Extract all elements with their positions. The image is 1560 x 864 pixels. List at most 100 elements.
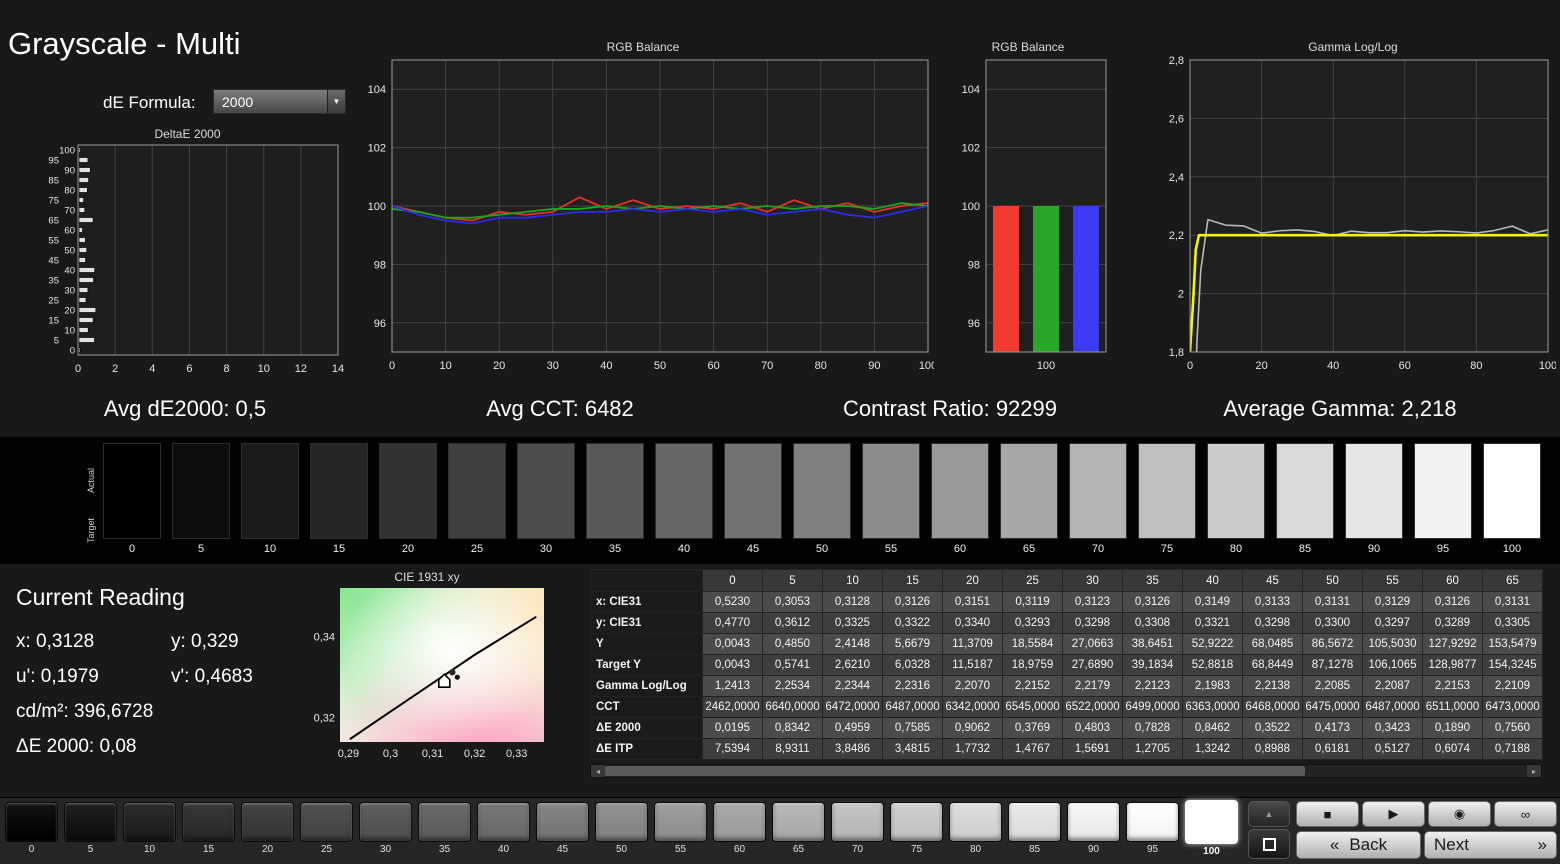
scroll-thumb[interactable]: [605, 766, 1305, 776]
svg-text:2,4: 2,4: [1169, 172, 1184, 184]
swatch-patch: [1276, 443, 1334, 539]
table-col-header: 45: [1242, 569, 1303, 592]
patch-button-85[interactable]: 85: [1007, 802, 1062, 857]
contrast-ratio-stat: Contrast Ratio: 92299: [842, 396, 1058, 421]
svg-text:2,6: 2,6: [1169, 113, 1184, 125]
patch-button-55[interactable]: 55: [653, 802, 708, 857]
swatch-label: 50: [815, 543, 829, 555]
collapse-icon: ▲: [1264, 809, 1274, 819]
table-row: CCT 2462,0000 6640,0000 6472,0000 6487,0000 6…: [590, 696, 1543, 718]
scroll-track[interactable]: [605, 765, 1527, 777]
patch-window-button[interactable]: [1248, 829, 1290, 859]
patch-button-5[interactable]: 5: [63, 802, 118, 857]
svg-text:100: 100: [919, 360, 934, 372]
table-cell: 0,0043: [702, 654, 763, 676]
table-cell: 11,5187: [942, 654, 1003, 676]
table-corner: [590, 569, 703, 592]
table-col-header: 40: [1182, 569, 1243, 592]
table-col-header: 55: [1362, 569, 1423, 592]
scroll-right-arrow[interactable]: ▸: [1527, 765, 1541, 777]
back-button[interactable]: « Back: [1296, 831, 1421, 859]
patch-button-90[interactable]: 90: [1066, 802, 1121, 857]
grayscale-swatch-10: 10: [241, 443, 299, 555]
table-cell: 1,7732: [942, 738, 1003, 760]
swatch-patch: [172, 443, 230, 539]
swatch-patch: [448, 443, 506, 539]
table-cell: 0,6181: [1302, 738, 1363, 760]
table-scrollbar[interactable]: ◂ ▸: [590, 764, 1542, 778]
grayscale-swatch-15: 15: [310, 443, 368, 555]
table-cell: 105,5030: [1362, 633, 1423, 655]
patch-button-0[interactable]: 0: [4, 802, 59, 857]
scroll-left-arrow[interactable]: ◂: [591, 765, 605, 777]
table-cell: 0,3053: [762, 591, 823, 613]
table-cell: 6473,0000: [1482, 696, 1543, 718]
square-icon: [1262, 837, 1276, 851]
table-col-header: 50: [1302, 569, 1363, 592]
reading-x: x: 0,3128: [16, 631, 95, 652]
svg-text:4: 4: [149, 363, 155, 375]
table-cell: 68,0485: [1242, 633, 1303, 655]
patch-button-40[interactable]: 40: [476, 802, 531, 857]
collapse-button[interactable]: ▲: [1248, 801, 1290, 827]
patch-button-70[interactable]: 70: [830, 802, 885, 857]
next-label: Next: [1434, 835, 1469, 854]
back-label: Back: [1349, 835, 1388, 854]
svg-text:40: 40: [64, 266, 75, 277]
patch-button-20[interactable]: 20: [240, 802, 295, 857]
reading-u: u': 0,1979: [16, 666, 99, 687]
svg-text:20: 20: [493, 360, 505, 372]
patch-button-100[interactable]: 100: [1184, 800, 1239, 857]
stop-button[interactable]: ■: [1296, 801, 1359, 827]
patch-swatch: [5, 802, 58, 842]
table-row: Target Y 0,0043 0,5741 2,6210 6,0328 11,5187 1…: [590, 654, 1543, 676]
svg-text:90: 90: [868, 360, 880, 372]
patch-button-35[interactable]: 35: [417, 802, 472, 857]
table-cell: 6499,0000: [1122, 696, 1183, 718]
patch-button-50[interactable]: 50: [594, 802, 649, 857]
svg-text:70: 70: [64, 206, 75, 217]
rgb-balance-line-chart: RGB Balance 0 10 20 30 40 50 60 70 80 90 100 96 98 10…: [352, 40, 934, 384]
patch-button-45[interactable]: 45: [535, 802, 590, 857]
patch-button-25[interactable]: 25: [299, 802, 354, 857]
table-cell: 153,5479: [1482, 633, 1543, 655]
svg-text:50: 50: [654, 360, 666, 372]
svg-text:20: 20: [1255, 360, 1267, 372]
table-row: ΔE 2000 0,0195 0,8342 0,4959 0,7585 0,9062 0,3…: [590, 717, 1543, 739]
swatch-label: 95: [1436, 543, 1450, 555]
bottom-bar: 0 5 10 15 20 25 30 35 40 45 50 55 60 65 70 75 80 85 90 95 10…: [0, 797, 1560, 864]
svg-text:15: 15: [48, 316, 59, 327]
patch-label: 30: [379, 844, 392, 855]
table-cell: 127,9292: [1422, 633, 1483, 655]
table-row-label: ΔE ITP: [590, 738, 703, 760]
next-button[interactable]: Next »: [1424, 831, 1557, 859]
play-button[interactable]: ▶: [1362, 801, 1425, 827]
patch-button-80[interactable]: 80: [948, 802, 1003, 857]
table-row-label: Y: [590, 633, 703, 655]
patch-button-95[interactable]: 95: [1125, 802, 1180, 857]
table-col-header: 60: [1422, 569, 1483, 592]
loop-button[interactable]: ∞: [1494, 801, 1557, 827]
svg-text:100: 100: [1539, 360, 1556, 372]
patch-button-30[interactable]: 30: [358, 802, 413, 857]
patch-button-65[interactable]: 65: [771, 802, 826, 857]
patch-button-10[interactable]: 10: [122, 802, 177, 857]
table-row-label: Gamma Log/Log: [590, 675, 703, 697]
svg-text:100: 100: [1037, 360, 1055, 372]
table-cell: 2,2070: [942, 675, 1003, 697]
patch-button-75[interactable]: 75: [889, 802, 944, 857]
patch-button-15[interactable]: 15: [181, 802, 236, 857]
de-formula-select[interactable]: 2000 ▼: [213, 89, 346, 114]
swatch-patch: [1138, 443, 1196, 539]
patch-swatch: [241, 802, 294, 842]
table-cell: 0,3300: [1302, 612, 1363, 634]
patch-swatch: [536, 802, 589, 842]
swatch-patch: [724, 443, 782, 539]
record-button[interactable]: ◉: [1428, 801, 1491, 827]
table-cell: 2,2109: [1482, 675, 1543, 697]
table-cell: 2,2152: [1002, 675, 1063, 697]
de-formula-label: dE Formula:: [103, 93, 196, 112]
svg-text:70: 70: [761, 360, 773, 372]
patch-button-60[interactable]: 60: [712, 802, 767, 857]
play-icon: ▶: [1388, 806, 1399, 821]
